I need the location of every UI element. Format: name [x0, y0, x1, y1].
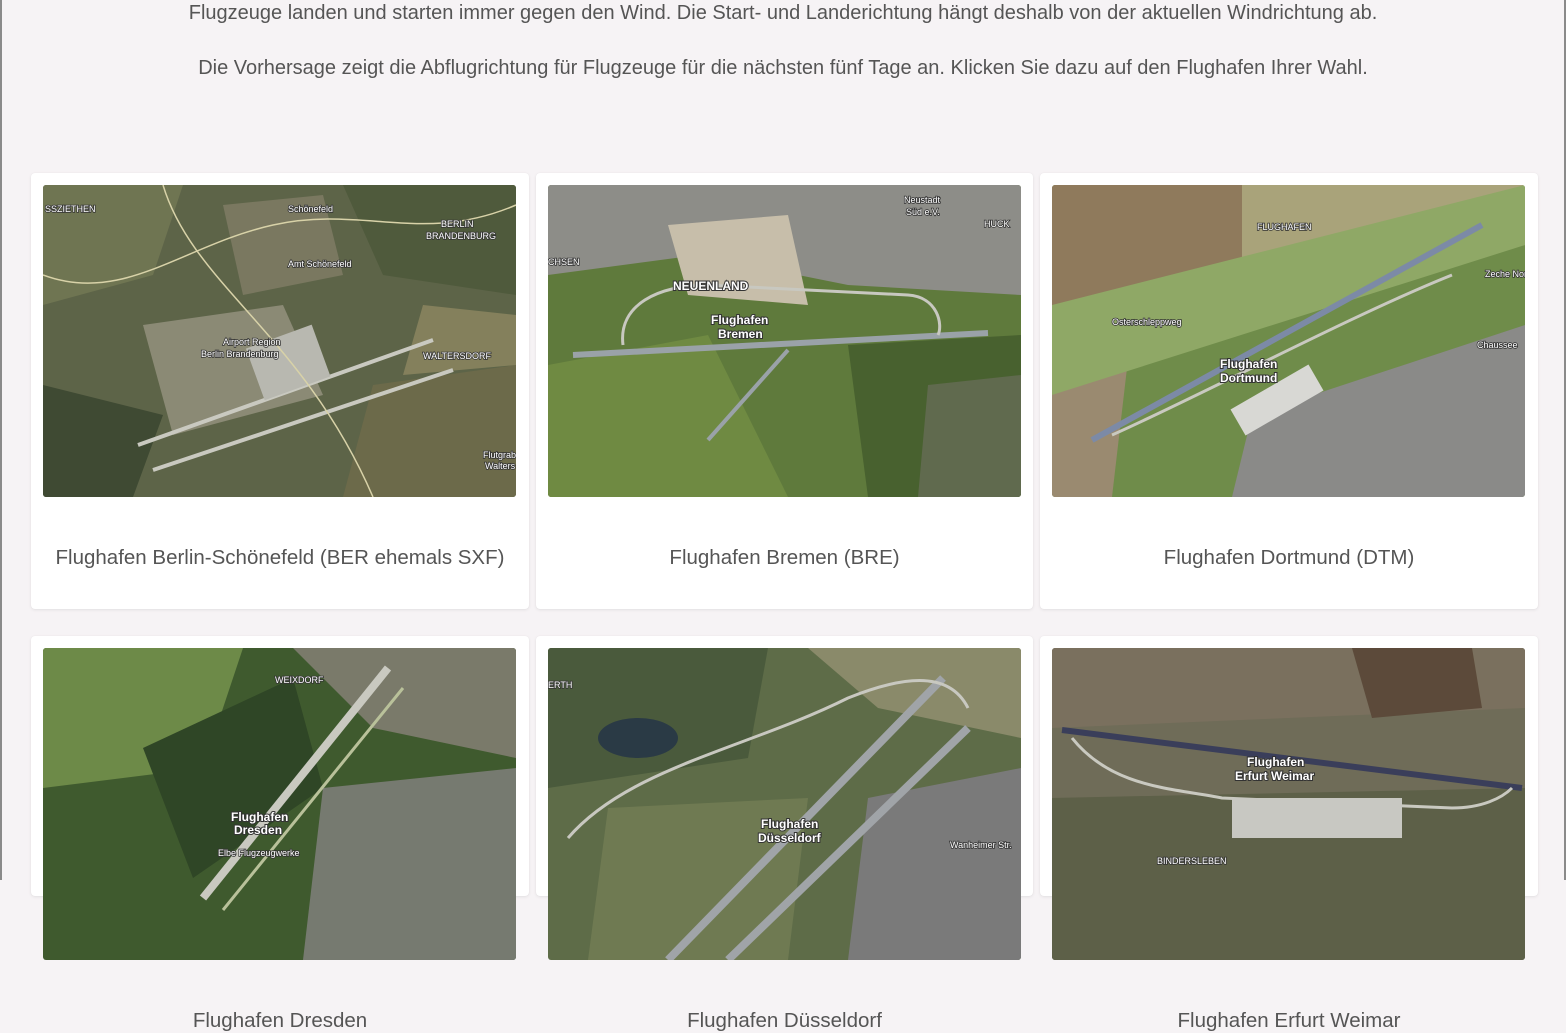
airport-name[interactable]: Flughafen Bremen (BRE) [536, 546, 1033, 570]
intro-paragraph-1: Flugzeuge landen und starten immer gegen… [188, 2, 1378, 24]
airport-name[interactable]: Flughafen Düsseldorf [536, 1009, 1033, 1033]
intro-paragraph-2: Die Vorhersage zeigt die Abflugrichtung … [198, 57, 1368, 79]
map-label: WEIXDORF [275, 675, 324, 685]
map-label: Süd e.V. [906, 207, 940, 217]
map-label: Flughafen [1247, 755, 1304, 769]
map-label: Chaussee [1477, 340, 1518, 350]
satellite-map-erfurt-weimar: Flughafen Erfurt Weimar BINDERSLEBEN [1052, 648, 1525, 960]
map-label: CHSEN [548, 257, 580, 267]
map-label: NEUENLAND [673, 279, 749, 293]
map-label: Schönefeld [288, 204, 333, 214]
map-label: Amt Schönefeld [288, 259, 352, 269]
satellite-map-duesseldorf: ERTH Flughafen Düsseldorf Wanheimer Str. [548, 648, 1021, 960]
airport-name[interactable]: Flughafen Dresden [31, 1009, 529, 1033]
airport-satellite-image[interactable]: Flughafen Erfurt Weimar BINDERSLEBEN [1052, 648, 1525, 960]
satellite-map-bremen: NEUENLAND Flughafen Bremen Neustadt Süd … [548, 185, 1021, 497]
satellite-map-dresden: WEIXDORF Flughafen Dresden Elbe Flugzeug… [43, 648, 516, 960]
map-label: Neustadt [904, 195, 941, 205]
map-label: Düsseldorf [758, 831, 822, 845]
map-label: BINDERSLEBEN [1157, 856, 1227, 866]
map-label: Flughafen [1220, 357, 1277, 371]
airport-satellite-image[interactable]: ERTH Flughafen Düsseldorf Wanheimer Str. [548, 648, 1021, 960]
map-label: Elbe Flugzeugwerke [218, 848, 300, 858]
airport-card-dresden[interactable]: WEIXDORF Flughafen Dresden Elbe Flugzeug… [31, 636, 529, 1032]
map-label: WALTERSDORF [423, 351, 492, 361]
airport-satellite-image[interactable]: Schönefeld BERLIN BRANDENBURG Amt Schöne… [43, 185, 516, 497]
airport-name[interactable]: Flughafen Berlin-Schönefeld (BER ehemals… [31, 546, 529, 570]
map-label: Airport Region [223, 337, 281, 347]
airport-card-berlin[interactable]: Schönefeld BERLIN BRANDENBURG Amt Schöne… [31, 173, 529, 609]
satellite-map-dortmund: FLUGHAFEN Flughafen Dortmund Osterschlep… [1052, 185, 1525, 497]
map-label: Flughafen [231, 810, 288, 824]
airport-card-dortmund[interactable]: FLUGHAFEN Flughafen Dortmund Osterschlep… [1040, 173, 1538, 609]
map-label: BRANDENBURG [426, 231, 496, 241]
map-label: Flughafen [711, 313, 768, 327]
map-label: FLUGHAFEN [1257, 222, 1312, 232]
map-label: BERLIN [441, 219, 474, 229]
map-label: Erfurt Weimar [1235, 769, 1314, 783]
map-label: Flughafen [761, 817, 818, 831]
airport-name[interactable]: Flughafen Dortmund (DTM) [1040, 546, 1538, 570]
map-label: HUCK [984, 219, 1010, 229]
airport-card-duesseldorf[interactable]: ERTH Flughafen Düsseldorf Wanheimer Str.… [536, 636, 1033, 1032]
airport-satellite-image[interactable]: NEUENLAND Flughafen Bremen Neustadt Süd … [548, 185, 1021, 497]
map-label: Walters [485, 461, 516, 471]
map-label: Osterschleppweg [1112, 317, 1182, 327]
airport-satellite-image[interactable]: FLUGHAFEN Flughafen Dortmund Osterschlep… [1052, 185, 1525, 497]
airport-card-erfurt-weimar[interactable]: Flughafen Erfurt Weimar BINDERSLEBEN Flu… [1040, 636, 1538, 1032]
map-label: Wanheimer Str. [950, 840, 1012, 850]
map-label: Dortmund [1220, 371, 1277, 385]
map-label: SSZIETHEN [45, 204, 96, 214]
airport-card-bremen[interactable]: NEUENLAND Flughafen Bremen Neustadt Süd … [536, 173, 1033, 609]
airport-name[interactable]: Flughafen Erfurt Weimar [1040, 1009, 1538, 1033]
map-label: Dresden [234, 823, 282, 837]
airport-satellite-image[interactable]: WEIXDORF Flughafen Dresden Elbe Flugzeug… [43, 648, 516, 960]
map-label: Bremen [718, 327, 763, 341]
satellite-map-berlin: Schönefeld BERLIN BRANDENBURG Amt Schöne… [43, 185, 516, 497]
map-label: Zeche Norm [1485, 269, 1525, 279]
map-label: Berlin Brandenburg [201, 349, 279, 359]
map-label: ERTH [548, 680, 572, 690]
map-label: Flutgrab [483, 450, 516, 460]
